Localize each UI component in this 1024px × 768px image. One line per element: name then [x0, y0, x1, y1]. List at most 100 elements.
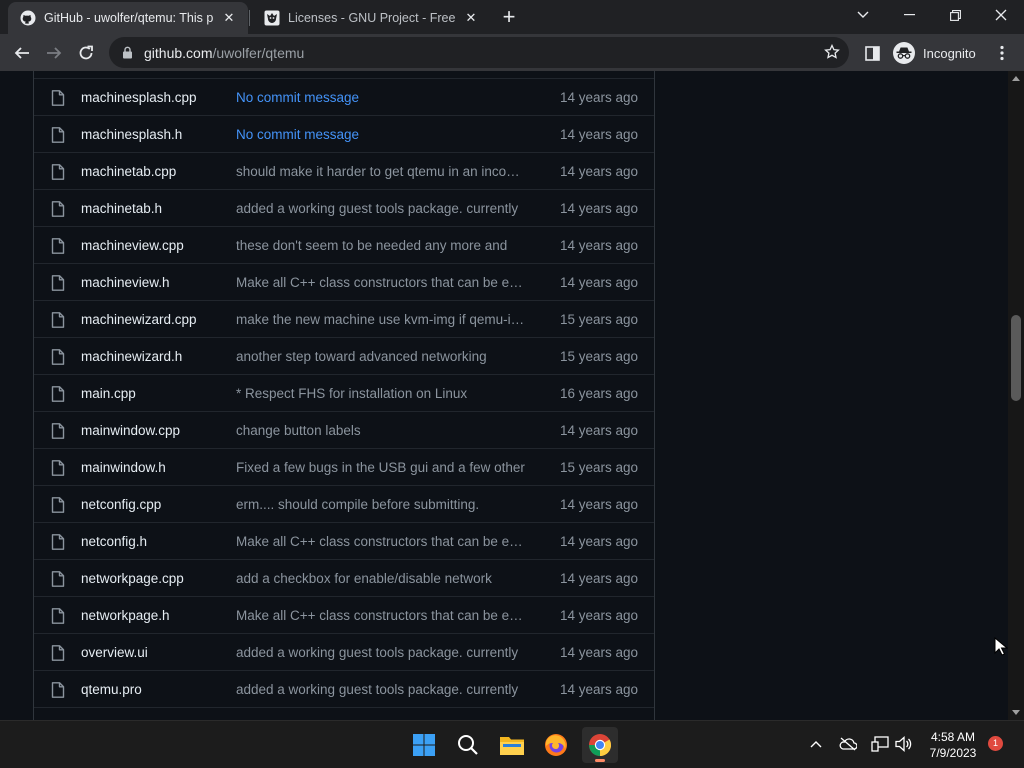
- back-arrow-icon: [14, 47, 29, 59]
- commit-message-link[interactable]: Make all C++ class constructors that can…: [236, 608, 526, 623]
- file-name-link[interactable]: machinewizard.h: [81, 349, 182, 364]
- scrollbar-thumb[interactable]: [1011, 315, 1021, 401]
- file-explorer-icon[interactable]: [494, 727, 530, 763]
- file-name-link[interactable]: machinetab.cpp: [81, 164, 176, 179]
- close-tab-icon[interactable]: ✕: [220, 9, 238, 27]
- address-bar[interactable]: github.com/uwolfer/qtemu: [109, 37, 849, 68]
- commit-age: 14 years ago: [559, 570, 638, 586]
- page-viewport: machinesplash.cpp No commit message 14 yea…: [0, 71, 1008, 720]
- start-icon[interactable]: [406, 727, 442, 763]
- file-icon: [51, 682, 65, 698]
- commit-age: 15 years ago: [559, 311, 638, 327]
- commit-age: 14 years ago: [559, 237, 638, 253]
- onedrive-offline-icon[interactable]: [837, 733, 859, 755]
- active-app-indicator: [595, 759, 605, 762]
- reload-icon: [79, 45, 93, 60]
- commit-message-link[interactable]: change button labels: [236, 423, 526, 438]
- commit-message-link[interactable]: another step toward advanced networking: [236, 349, 526, 364]
- commit-message-link[interactable]: added a working guest tools package. cur…: [236, 682, 526, 697]
- file-row: machinewizard.h another step toward advan…: [34, 337, 654, 374]
- file-icon: [51, 386, 65, 402]
- file-icon: [51, 349, 65, 365]
- tab-github[interactable]: GitHub - uwolfer/qtemu: This project ✕: [8, 2, 248, 34]
- reload-button[interactable]: [72, 39, 100, 67]
- file-name-link[interactable]: netconfig.h: [81, 534, 147, 549]
- file-row: networkpage.h Make all C++ class construc…: [34, 596, 654, 633]
- commit-message-link[interactable]: Fixed a few bugs in the USB gui and a fe…: [236, 460, 526, 475]
- restore-icon[interactable]: [932, 0, 978, 30]
- commit-message-link[interactable]: added a working guest tools package. cur…: [236, 645, 526, 660]
- commit-age: 14 years ago: [559, 89, 638, 105]
- file-name-link[interactable]: machinesplash.cpp: [81, 90, 197, 105]
- commit-age: 16 years ago: [559, 385, 638, 401]
- file-icon: [51, 645, 65, 661]
- commit-message-link[interactable]: No commit message: [236, 90, 526, 105]
- file-name-link[interactable]: machinewizard.cpp: [81, 312, 197, 327]
- file-row: machinewizard.cpp make the new machine us…: [34, 300, 654, 337]
- file-name-link[interactable]: mainwindow.cpp: [81, 423, 180, 438]
- forward-button[interactable]: [40, 39, 68, 67]
- file-name-link[interactable]: networkpage.cpp: [81, 571, 184, 586]
- file-name-link[interactable]: netconfig.cpp: [81, 497, 161, 512]
- file-name-link[interactable]: machineview.cpp: [81, 238, 184, 253]
- incognito-icon: [893, 42, 915, 64]
- file-icon: [51, 201, 65, 217]
- file-name-link[interactable]: qtemu.pro: [81, 682, 142, 697]
- file-name-link[interactable]: main.cpp: [81, 386, 136, 401]
- chrome-icon[interactable]: [582, 727, 618, 763]
- commit-message-link[interactable]: Make all C++ class constructors that can…: [236, 534, 526, 549]
- firefox-icon[interactable]: [538, 727, 574, 763]
- back-button[interactable]: [8, 39, 36, 67]
- file-row: machineview.h Make all C++ class construc…: [34, 263, 654, 300]
- commit-message-link[interactable]: No commit message: [236, 127, 526, 142]
- file-icon: [51, 497, 65, 513]
- search-icon[interactable]: [450, 727, 486, 763]
- mouse-pointer-icon: [994, 637, 1008, 656]
- vertical-scrollbar[interactable]: [1008, 71, 1024, 720]
- commit-message-link[interactable]: * Respect FHS for installation on Linux: [236, 386, 526, 401]
- file-row: qtemu.pro added a working guest tools pac…: [34, 670, 654, 707]
- table-row-partial: [34, 71, 654, 78]
- file-name-link[interactable]: mainwindow.h: [81, 460, 166, 475]
- bookmark-star-icon[interactable]: [824, 43, 840, 63]
- side-panel-button[interactable]: [858, 39, 886, 67]
- close-tab-icon[interactable]: ✕: [462, 9, 480, 27]
- commit-message-link[interactable]: make the new machine use kvm-img if qemu…: [236, 312, 526, 327]
- file-icon: [51, 90, 65, 106]
- commit-message-link[interactable]: Make all C++ class constructors that can…: [236, 275, 526, 290]
- file-row: machineview.cpp these don't seem to be ne…: [34, 226, 654, 263]
- commit-message-link[interactable]: should make it harder to get qtemu in an…: [236, 164, 526, 179]
- volume-icon[interactable]: [893, 733, 915, 755]
- notification-badge[interactable]: 1: [988, 736, 1003, 751]
- forward-arrow-icon: [47, 47, 62, 59]
- tab-search-chevron-icon[interactable]: [840, 0, 886, 30]
- file-name-link[interactable]: networkpage.h: [81, 608, 170, 623]
- file-row: machinetab.h added a working guest tools …: [34, 189, 654, 226]
- lock-icon[interactable]: [122, 46, 136, 59]
- file-row: netconfig.h Make all C++ class constructo…: [34, 522, 654, 559]
- system-clock[interactable]: 4:58 AM 7/9/2023: [920, 729, 986, 761]
- network-icon[interactable]: [869, 733, 891, 755]
- show-hidden-icons-chevron-icon[interactable]: [805, 733, 827, 755]
- browser-menu-button[interactable]: [988, 39, 1016, 67]
- commit-age: 14 years ago: [559, 496, 638, 512]
- minimize-icon[interactable]: [886, 0, 932, 30]
- file-name-link[interactable]: machineview.h: [81, 275, 170, 290]
- commit-message-link[interactable]: added a working guest tools package. cur…: [236, 201, 526, 216]
- incognito-profile-button[interactable]: Incognito: [889, 39, 986, 67]
- commit-age: 14 years ago: [559, 200, 638, 216]
- file-name-link[interactable]: overview.ui: [81, 645, 148, 660]
- new-tab-button[interactable]: +: [496, 5, 522, 31]
- scroll-down-arrow-icon[interactable]: [1012, 710, 1020, 715]
- commit-message-link[interactable]: erm.... should compile before submitting…: [236, 497, 526, 512]
- scroll-up-arrow-icon[interactable]: [1012, 76, 1020, 81]
- file-name-link[interactable]: machinesplash.h: [81, 127, 182, 142]
- file-name-link[interactable]: machinetab.h: [81, 201, 162, 216]
- commit-message-link[interactable]: add a checkbox for enable/disable networ…: [236, 571, 526, 586]
- github-icon: [20, 10, 36, 26]
- file-icon: [51, 608, 65, 624]
- commit-message-link[interactable]: these don't seem to be needed any more a…: [236, 238, 526, 253]
- file-list: machinesplash.cpp No commit message 14 yea…: [33, 71, 655, 720]
- close-window-icon[interactable]: [978, 0, 1024, 30]
- tab-gnu-licenses[interactable]: Licenses - GNU Project - Free Software ✕: [252, 2, 490, 34]
